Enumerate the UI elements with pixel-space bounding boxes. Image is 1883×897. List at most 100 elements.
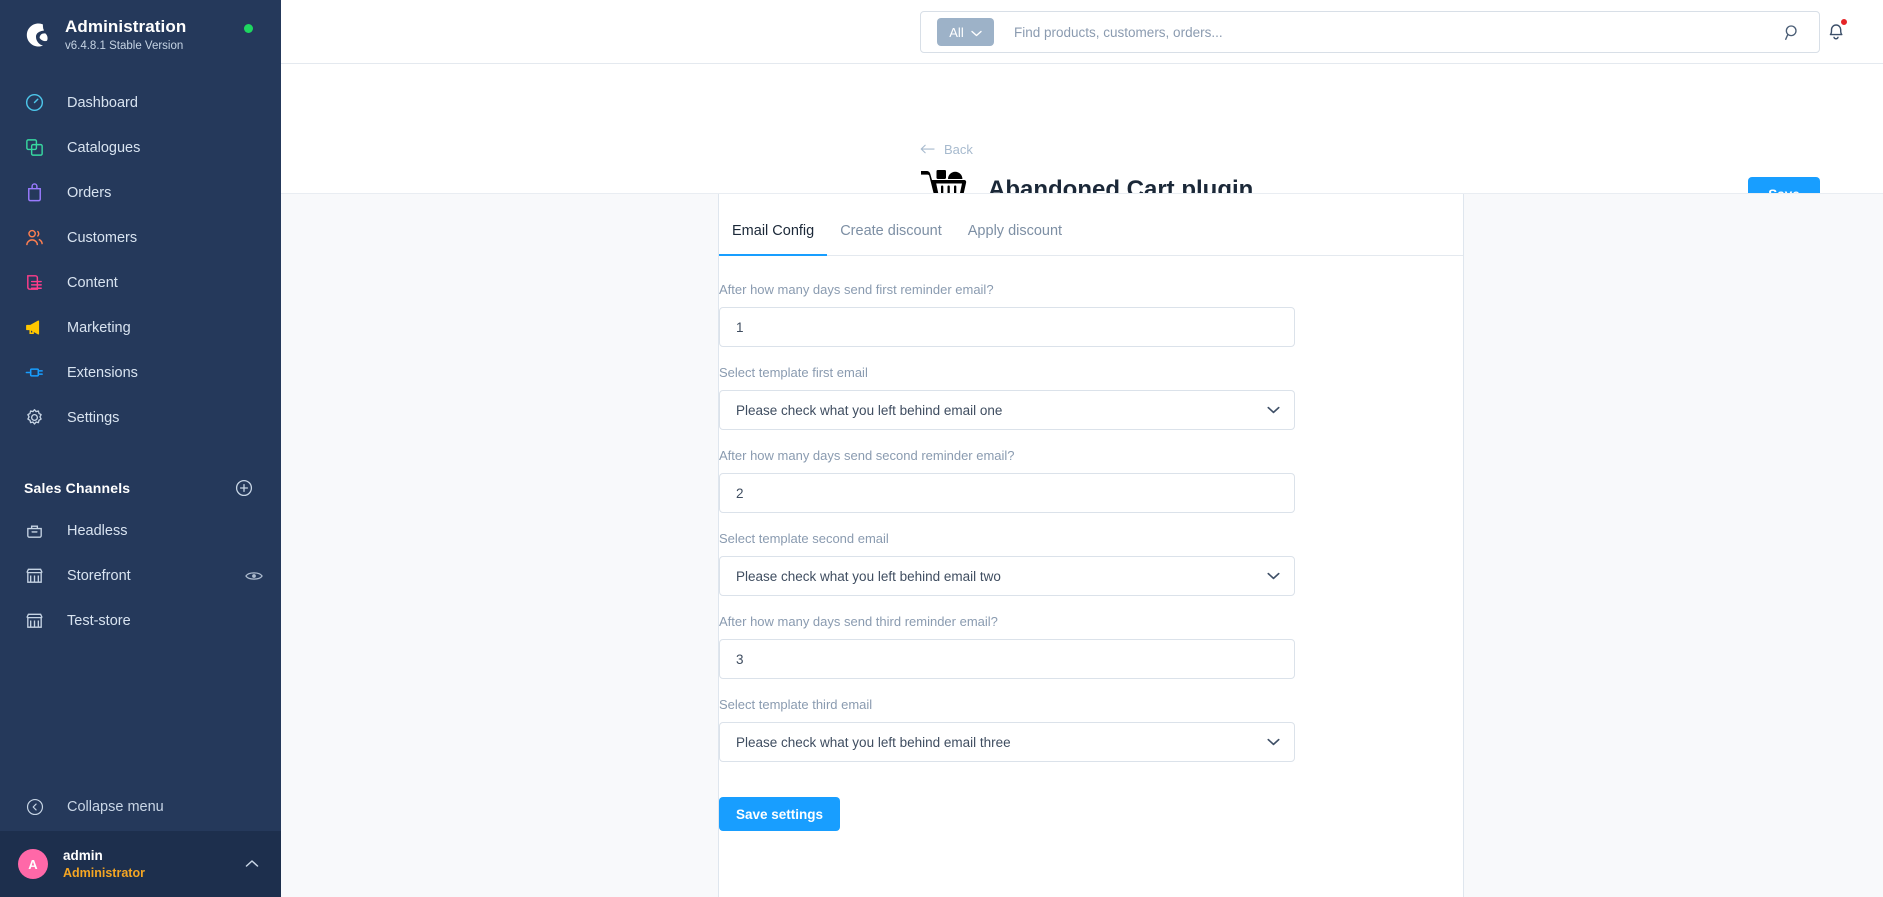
field-label: After how many days send third reminder …: [719, 614, 998, 629]
field-third-reminder-days: After how many days send third reminder …: [719, 614, 1463, 679]
sidebar-item-customers[interactable]: Customers: [0, 215, 281, 260]
first-template-select[interactable]: Please check what you left behind email …: [719, 390, 1295, 430]
tab-label: Email Config: [732, 223, 815, 239]
collapse-menu-label: Collapse menu: [67, 799, 164, 815]
search-input[interactable]: [1014, 24, 1784, 40]
settings-card: Email Config Create discount Apply disco…: [718, 194, 1464, 897]
back-button[interactable]: Back: [920, 142, 973, 157]
notifications-button[interactable]: [1826, 18, 1848, 46]
chevron-down-icon: [1267, 406, 1280, 414]
orders-icon: [24, 182, 45, 203]
admin-title: Administration: [65, 16, 187, 36]
avatar: A: [18, 849, 48, 879]
first-reminder-days-input[interactable]: 1: [719, 307, 1295, 347]
sidebar: Administration v6.4.8.1 Stable Version D…: [0, 0, 281, 897]
collapse-menu-button[interactable]: Collapse menu: [0, 783, 281, 831]
notification-badge-dot: [1840, 18, 1848, 26]
select-value: Please check what you left behind email …: [736, 568, 1001, 584]
status-dot: [244, 24, 253, 33]
global-search[interactable]: All: [920, 11, 1820, 53]
email-config-form: After how many days send first reminder …: [719, 256, 1463, 831]
field-first-reminder-days: After how many days send first reminder …: [719, 282, 1463, 347]
tab-apply-discount[interactable]: Apply discount: [955, 222, 1075, 255]
sales-channels-title: Sales Channels: [24, 480, 131, 496]
tab-email-config[interactable]: Email Config: [719, 222, 828, 256]
third-template-select[interactable]: Please check what you left behind email …: [719, 722, 1295, 762]
field-third-template: Select template third email Please check…: [719, 697, 1463, 762]
storefront-icon: [24, 565, 45, 586]
sidebar-item-content[interactable]: Content: [0, 260, 281, 305]
search-icon[interactable]: [1784, 24, 1801, 41]
sidebar-item-label: Customers: [67, 229, 138, 246]
chevron-down-icon: [1267, 572, 1280, 580]
input-value: 2: [736, 485, 744, 501]
topbar: All: [281, 0, 1883, 64]
dashboard-icon: [24, 92, 45, 113]
sidebar-item-label: Content: [67, 274, 118, 291]
field-second-template: Select template second email Please chec…: [719, 531, 1463, 596]
chevron-down-icon: [1267, 738, 1280, 746]
sidebar-item-catalogues[interactable]: Catalogues: [0, 125, 281, 170]
shopware-logo-icon: [18, 18, 52, 52]
gear-icon: [24, 407, 45, 428]
sidebar-item-orders[interactable]: Orders: [0, 170, 281, 215]
second-reminder-days-input[interactable]: 2: [719, 473, 1295, 513]
sidebar-item-marketing[interactable]: Marketing: [0, 305, 281, 350]
chevron-down-icon: [971, 25, 982, 40]
sidebar-item-label: Test-store: [67, 612, 131, 629]
admin-version: v6.4.8.1 Stable Version: [65, 39, 184, 52]
select-value: Please check what you left behind email …: [736, 734, 1011, 750]
field-label: After how many days send second reminder…: [719, 448, 1015, 463]
back-label: Back: [944, 142, 973, 157]
field-label: Select template third email: [719, 697, 873, 712]
field-label: After how many days send first reminder …: [719, 282, 994, 297]
third-reminder-days-input[interactable]: 3: [719, 639, 1295, 679]
sidebar-item-settings[interactable]: Settings: [0, 395, 281, 440]
sidebar-item-label: Settings: [67, 409, 120, 426]
extensions-icon: [24, 362, 45, 383]
marketing-icon: [24, 317, 45, 338]
sidebar-brand[interactable]: Administration v6.4.8.1 Stable Version: [0, 0, 281, 70]
input-value: 1: [736, 319, 744, 335]
tab-bar: Email Config Create discount Apply disco…: [719, 194, 1463, 256]
sidebar-item-dashboard[interactable]: Dashboard: [0, 80, 281, 125]
save-settings-button[interactable]: Save settings: [719, 797, 841, 831]
catalogues-icon: [24, 137, 45, 158]
tab-label: Create discount: [840, 223, 942, 239]
select-value: Please check what you left behind email …: [736, 402, 1003, 418]
sidebar-item-extensions[interactable]: Extensions: [0, 350, 281, 395]
field-second-reminder-days: After how many days send second reminder…: [719, 448, 1463, 513]
second-template-select[interactable]: Please check what you left behind email …: [719, 556, 1295, 596]
sidebar-item-headless[interactable]: Headless: [0, 508, 281, 553]
content-icon: [24, 272, 45, 293]
search-scope-label: All: [949, 24, 964, 40]
tab-label: Apply discount: [967, 223, 1063, 239]
sidebar-item-label: Storefront: [67, 567, 131, 584]
headless-icon: [24, 520, 45, 541]
sidebar-item-test-store[interactable]: Test-store: [0, 598, 281, 643]
sidebar-item-label: Headless: [67, 522, 128, 539]
input-value: 3: [736, 651, 744, 667]
content-area: Email Config Create discount Apply disco…: [281, 193, 1883, 897]
page-header: Back Abandoned Cart plugin: [281, 64, 1883, 216]
sidebar-item-label: Catalogues: [67, 139, 141, 156]
customers-icon: [24, 227, 45, 248]
main-area: All Find products, customers, orders... …: [281, 0, 1883, 897]
storefront-icon: [24, 610, 45, 631]
user-menu[interactable]: A admin Administrator: [0, 831, 281, 897]
field-label: Select template first email: [719, 365, 868, 380]
preview-storefront-eye-icon[interactable]: [245, 569, 263, 583]
tab-create-discount[interactable]: Create discount: [827, 222, 955, 255]
field-first-template: Select template first email Please check…: [719, 365, 1463, 430]
sidebar-item-storefront[interactable]: Storefront: [0, 553, 281, 598]
sidebar-item-label: Marketing: [67, 319, 131, 336]
chevron-up-icon[interactable]: [245, 855, 259, 873]
user-name: admin: [63, 847, 103, 863]
search-scope-select[interactable]: All: [937, 18, 994, 46]
collapse-icon: [24, 797, 45, 818]
add-sales-channel-icon[interactable]: [235, 479, 253, 497]
arrow-left-icon: [920, 142, 935, 157]
sidebar-nav: Dashboard Catalogues Orders Customers Co…: [0, 70, 281, 440]
field-label: Select template second email: [719, 531, 889, 546]
